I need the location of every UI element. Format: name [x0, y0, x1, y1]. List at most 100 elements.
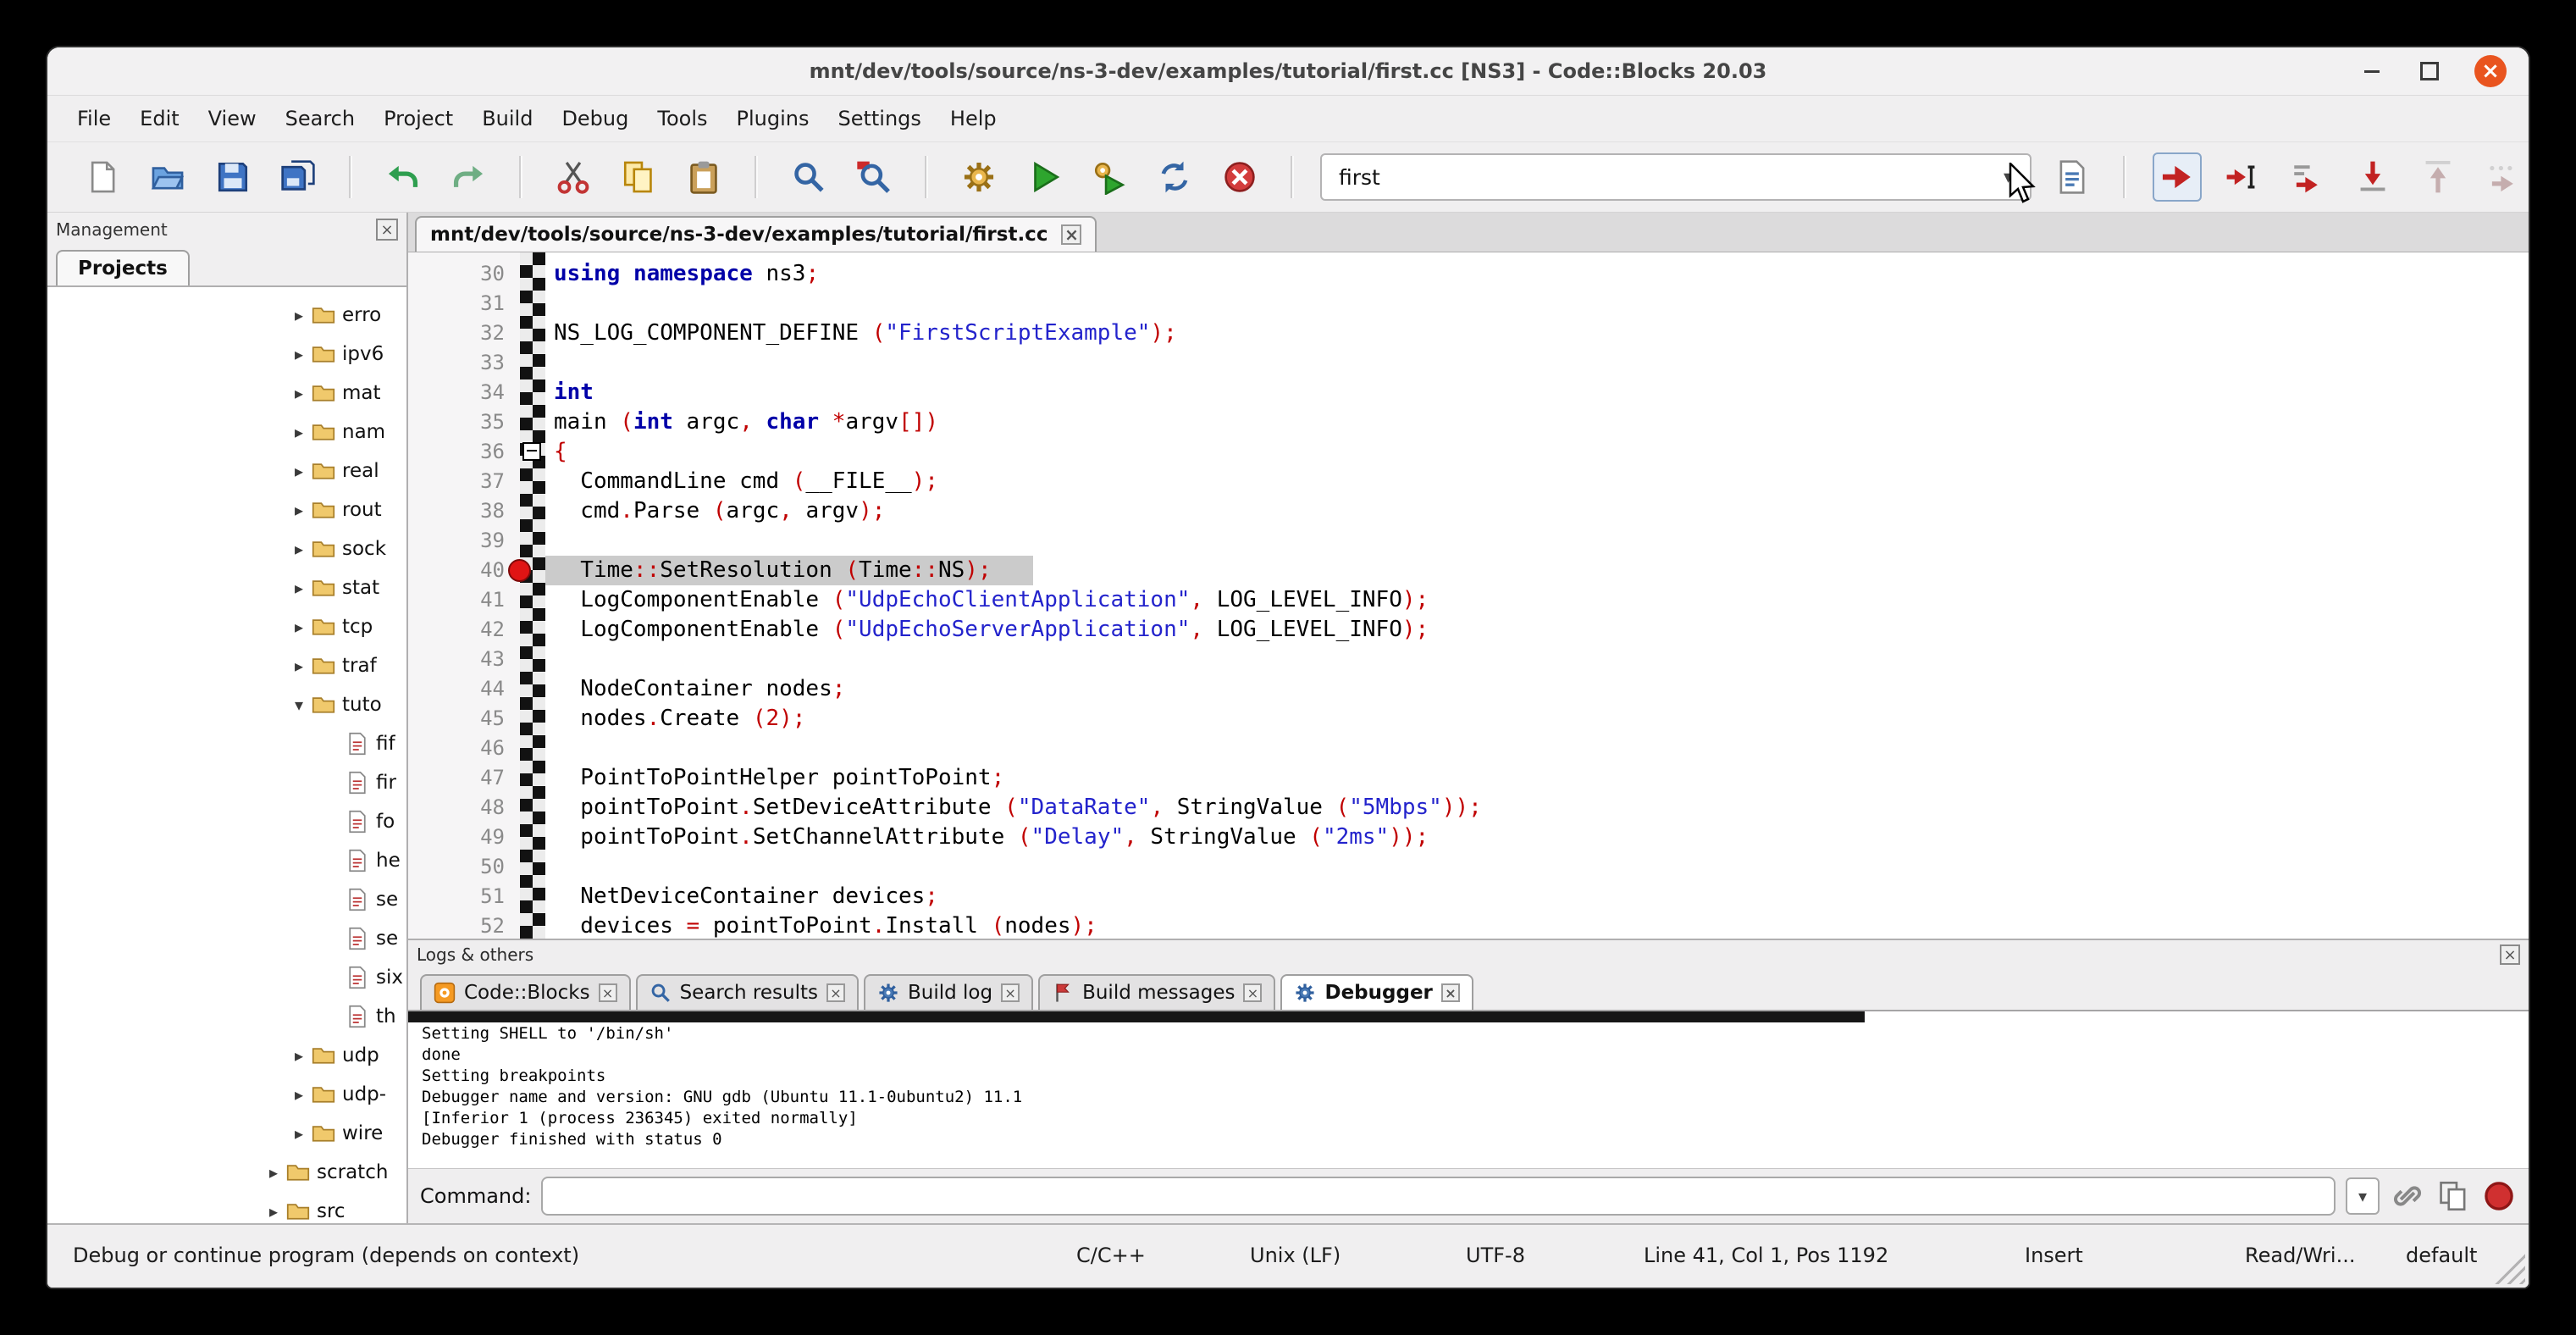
line-number[interactable]: 40: [408, 556, 520, 585]
chevron-right-icon[interactable]: ▸: [286, 578, 312, 598]
code-line-36[interactable]: 36{: [408, 437, 2529, 467]
build-button[interactable]: [954, 152, 1003, 202]
tree-item-th[interactable]: th: [47, 997, 406, 1036]
line-number[interactable]: 30: [408, 259, 520, 289]
code-line-30[interactable]: 30using namespace ns3;: [408, 259, 2529, 289]
tree-item-udp[interactable]: ▸udp-: [47, 1075, 406, 1114]
line-number[interactable]: 33: [408, 348, 520, 378]
code-line-38[interactable]: 38 cmd.Parse (argc, argv);: [408, 496, 2529, 526]
save-all-button[interactable]: [274, 152, 323, 202]
fold-marker[interactable]: [522, 442, 541, 461]
paste-button[interactable]: [679, 152, 728, 202]
tree-item-fo[interactable]: fo: [47, 802, 406, 841]
tree-item-real[interactable]: ▸real: [47, 451, 406, 490]
code-line-47[interactable]: 47 PointToPointHelper pointToPoint;: [408, 763, 2529, 793]
line-number[interactable]: 34: [408, 378, 520, 407]
log-tab-close-icon[interactable]: ×: [1441, 983, 1460, 1002]
line-margin[interactable]: [520, 645, 545, 674]
chevron-right-icon[interactable]: ▸: [261, 1162, 286, 1183]
line-margin[interactable]: [520, 378, 545, 407]
editor-tab[interactable]: mnt/dev/tools/source/ns-3-dev/examples/t…: [415, 216, 1097, 252]
code-line-33[interactable]: 33: [408, 348, 2529, 378]
tree-item-udp[interactable]: ▸udp: [47, 1036, 406, 1075]
chevron-right-icon[interactable]: ▸: [286, 656, 312, 676]
log-tab-debugger[interactable]: Debugger×: [1280, 974, 1473, 1010]
tree-item-se[interactable]: se: [47, 880, 406, 919]
tab-projects[interactable]: Projects: [56, 250, 190, 285]
code-line-31[interactable]: 31: [408, 289, 2529, 319]
code-editor[interactable]: 30using namespace ns3;3132NS_LOG_COMPONE…: [408, 252, 2529, 939]
line-number[interactable]: 32: [408, 319, 520, 348]
code-line-35[interactable]: 35main (int argc, char *argv[]): [408, 407, 2529, 437]
log-tab-build-log[interactable]: Build log×: [864, 974, 1033, 1010]
menu-debug[interactable]: Debug: [547, 96, 643, 141]
tree-item-six[interactable]: six: [47, 958, 406, 997]
code-line-34[interactable]: 34int: [408, 378, 2529, 407]
step-out-button[interactable]: [2413, 152, 2463, 202]
line-number[interactable]: 41: [408, 585, 520, 615]
line-number[interactable]: 51: [408, 882, 520, 911]
minimize-button[interactable]: [2359, 58, 2385, 84]
log-tab-close-icon[interactable]: ×: [826, 983, 845, 1002]
code-line-43[interactable]: 43: [408, 645, 2529, 674]
menu-project[interactable]: Project: [369, 96, 467, 141]
command-input[interactable]: [541, 1177, 2336, 1216]
abort-build-button[interactable]: [1215, 152, 1264, 202]
code-line-50[interactable]: 50: [408, 852, 2529, 882]
line-number[interactable]: 47: [408, 763, 520, 793]
debug-continue-button[interactable]: [2153, 152, 2202, 202]
tree-item-rout[interactable]: ▸rout: [47, 490, 406, 529]
chevron-right-icon[interactable]: ▸: [286, 539, 312, 559]
open-file-button[interactable]: [143, 152, 192, 202]
log-tab-build-messages[interactable]: Build messages×: [1038, 974, 1275, 1010]
tree-item-fif[interactable]: fif: [47, 724, 406, 763]
line-number[interactable]: 45: [408, 704, 520, 734]
next-instruction-button[interactable]: [2479, 152, 2528, 202]
save-button[interactable]: [208, 152, 257, 202]
log-tab-code-blocks[interactable]: Code::Blocks×: [420, 974, 631, 1010]
run-button[interactable]: [1020, 152, 1069, 202]
close-button[interactable]: ×: [2474, 55, 2507, 87]
line-margin[interactable]: [520, 496, 545, 526]
line-number[interactable]: 35: [408, 407, 520, 437]
line-number[interactable]: 42: [408, 615, 520, 645]
resize-grip[interactable]: [2488, 1247, 2525, 1284]
code-line-49[interactable]: 49 pointToPoint.SetChannelAttribute ("De…: [408, 823, 2529, 852]
chevron-right-icon[interactable]: ▸: [286, 461, 312, 481]
menu-plugins[interactable]: Plugins: [722, 96, 824, 141]
code-line-48[interactable]: 48 pointToPoint.SetDeviceAttribute ("Dat…: [408, 793, 2529, 823]
tree-item-src[interactable]: ▸src: [47, 1192, 406, 1223]
line-number[interactable]: 43: [408, 645, 520, 674]
management-close-icon[interactable]: ×: [376, 219, 398, 241]
line-margin[interactable]: [520, 585, 545, 615]
copy-button[interactable]: [614, 152, 663, 202]
menu-build[interactable]: Build: [467, 96, 547, 141]
line-number[interactable]: 50: [408, 852, 520, 882]
tree-item-mat[interactable]: ▸mat: [47, 374, 406, 413]
title-bar[interactable]: mnt/dev/tools/source/ns-3-dev/examples/t…: [47, 47, 2529, 96]
logs-close-icon[interactable]: ×: [2500, 944, 2520, 965]
line-number[interactable]: 48: [408, 793, 520, 823]
code-line-32[interactable]: 32NS_LOG_COMPONENT_DEFINE ("FirstScriptE…: [408, 319, 2529, 348]
code-line-42[interactable]: 42 LogComponentEnable ("UdpEchoServerApp…: [408, 615, 2529, 645]
chevron-right-icon[interactable]: ▸: [286, 1123, 312, 1144]
tree-item-he[interactable]: he: [47, 841, 406, 880]
tree-item-traf[interactable]: ▸traf: [47, 646, 406, 685]
log-tab-close-icon[interactable]: ×: [1001, 983, 1020, 1002]
chevron-right-icon[interactable]: ▸: [286, 500, 312, 520]
line-margin[interactable]: [520, 911, 545, 939]
line-margin[interactable]: [520, 704, 545, 734]
next-line-button[interactable]: [2283, 152, 2332, 202]
line-margin[interactable]: [520, 615, 545, 645]
line-margin[interactable]: [520, 259, 545, 289]
chevron-right-icon[interactable]: ▸: [286, 1084, 312, 1105]
chevron-right-icon[interactable]: ▸: [286, 422, 312, 442]
tree-item-se[interactable]: se: [47, 919, 406, 958]
chevron-right-icon[interactable]: ▸: [286, 1045, 312, 1066]
code-line-41[interactable]: 41 LogComponentEnable ("UdpEchoClientApp…: [408, 585, 2529, 615]
log-tab-search-results[interactable]: Search results×: [636, 974, 859, 1010]
tree-item-nam[interactable]: ▸nam: [47, 413, 406, 451]
line-margin[interactable]: [520, 852, 545, 882]
breakpoint-marker[interactable]: [508, 559, 531, 582]
code-line-52[interactable]: 52 devices = pointToPoint.Install (nodes…: [408, 911, 2529, 939]
